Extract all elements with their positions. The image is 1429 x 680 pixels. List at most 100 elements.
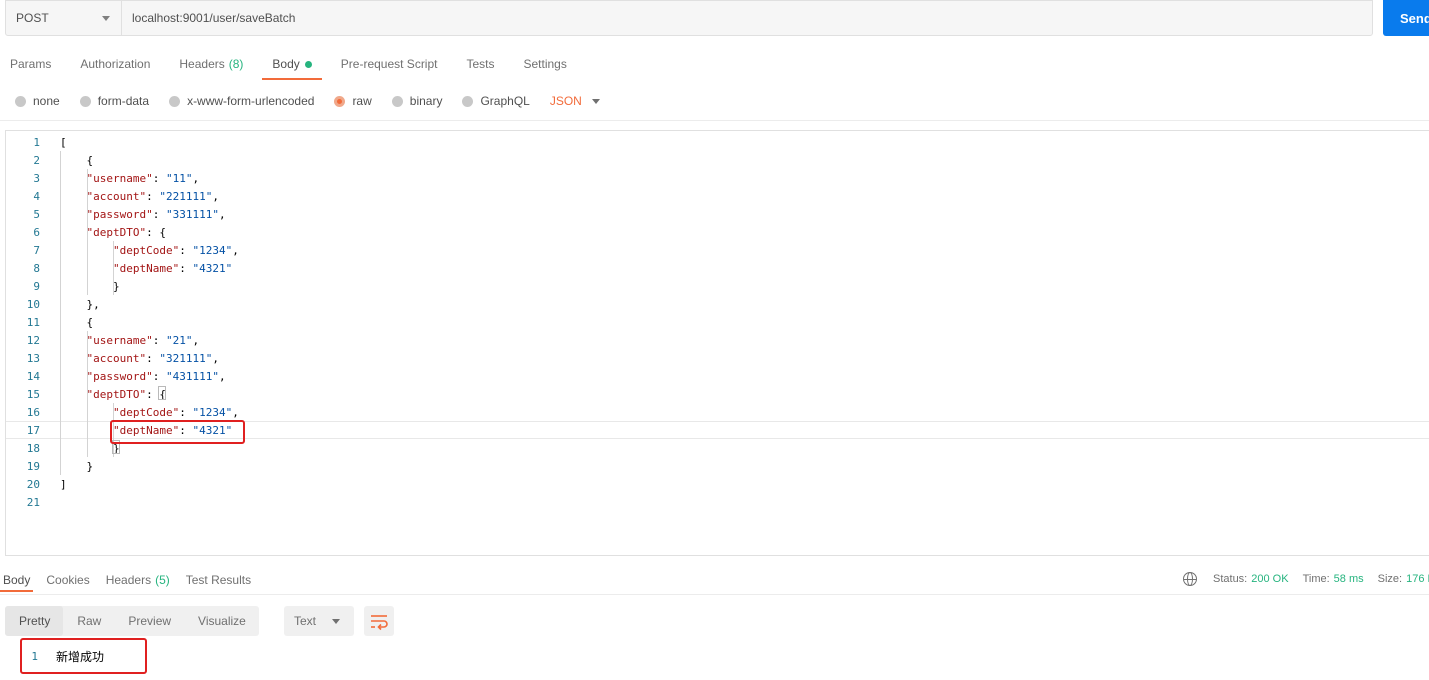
resp-tab-test-results[interactable]: Test Results xyxy=(183,570,254,590)
response-tabs: Body Cookies Headers (5) Test Results xyxy=(0,570,264,592)
send-button[interactable]: Send xyxy=(1383,0,1429,36)
tab-label: Authorization xyxy=(80,57,151,71)
code-text: "deptDTO": { xyxy=(60,388,166,401)
code-line: 3 "username": "11", xyxy=(6,169,1429,187)
json-punct: , xyxy=(218,207,226,221)
tab-tests[interactable]: Tests xyxy=(456,50,504,78)
radio-raw[interactable]: raw xyxy=(334,94,372,108)
code-text: "deptName": "4321" xyxy=(60,262,232,275)
code-editor[interactable]: 1[2 {3 "username": "11", 4 "account": "22… xyxy=(5,130,1429,556)
globe-icon[interactable] xyxy=(1183,572,1197,586)
resp-tab-body[interactable]: Body xyxy=(0,570,34,592)
request-bar: POST localhost:9001/user/saveBatch xyxy=(5,0,1373,36)
radio-label: raw xyxy=(352,94,372,108)
code-line: 8 "deptName": "4321" xyxy=(6,259,1429,277)
resp-tab-cookies[interactable]: Cookies xyxy=(43,570,92,590)
line-number: 9 xyxy=(33,279,40,293)
radio-form-data[interactable]: form-data xyxy=(79,94,150,108)
radio-none[interactable]: none xyxy=(15,94,60,108)
code-text: } xyxy=(60,459,94,473)
code-line: 2 { xyxy=(6,151,1429,169)
code-text: "username": "21", xyxy=(60,333,200,347)
indent-guide xyxy=(87,331,88,457)
json-key: "deptName" xyxy=(112,261,180,275)
line-number: 19 xyxy=(26,459,40,473)
json-key: "username" xyxy=(86,171,153,185)
json-key: "password" xyxy=(86,207,153,221)
code-line: 11 { xyxy=(6,313,1429,331)
json-value: "4321" xyxy=(192,261,233,275)
wrap-lines-button[interactable] xyxy=(364,606,394,636)
code-line: 15 "deptDTO": { xyxy=(6,385,1429,403)
line-number: 10 xyxy=(26,297,40,311)
radio-icon xyxy=(462,95,474,107)
radio-label: form-data xyxy=(97,94,150,108)
code-text: ] xyxy=(60,477,67,491)
request-tabs: Params Authorization Headers (8) Body Pre… xyxy=(0,50,586,80)
code-text: [ xyxy=(60,135,67,149)
view-raw-button[interactable]: Raw xyxy=(63,606,114,636)
line-number: 14 xyxy=(26,369,40,383)
code-text: "account": "321111", xyxy=(60,352,219,365)
time-value[interactable]: 58 ms xyxy=(1334,573,1364,585)
radio-icon xyxy=(79,95,91,107)
tab-label: Tests xyxy=(466,57,495,71)
json-value: { xyxy=(159,225,166,239)
wrap-lines-icon xyxy=(371,615,388,631)
radio-binary[interactable]: binary xyxy=(391,94,442,108)
method-select[interactable]: POST xyxy=(6,1,122,35)
radio-graphql[interactable]: GraphQL xyxy=(462,94,530,108)
tab-body[interactable]: Body xyxy=(262,50,323,80)
json-punct: , xyxy=(192,333,200,347)
tab-params[interactable]: Params xyxy=(0,50,61,78)
json-value: "1234" xyxy=(192,405,233,419)
code-line: 16 "deptCode": "1234", xyxy=(6,403,1429,421)
line-number: 15 xyxy=(26,387,40,401)
size-value[interactable]: 176 B xyxy=(1406,573,1429,585)
language-label: JSON xyxy=(549,94,582,108)
tab-label: Headers xyxy=(105,573,152,587)
radio-x-www-form-urlencoded[interactable]: x-www-form-urlencoded xyxy=(169,94,314,108)
bracket-match-box xyxy=(158,386,166,400)
json-punct: , xyxy=(212,189,219,203)
code-line: 7 "deptCode": "1234", xyxy=(6,241,1429,259)
code-line: 9 } xyxy=(6,277,1429,295)
view-pretty-button[interactable]: Pretty xyxy=(5,606,64,636)
tab-label: Settings xyxy=(523,57,567,71)
tab-headers[interactable]: Headers (8) xyxy=(169,50,253,78)
tab-pre-request-script[interactable]: Pre-request Script xyxy=(331,50,448,78)
resp-tab-headers[interactable]: Headers (5) xyxy=(103,570,173,590)
line-number: 12 xyxy=(26,333,40,347)
code-line: 14 "password": "431111", xyxy=(6,367,1429,385)
line-number: 3 xyxy=(33,171,40,185)
url-input[interactable]: localhost:9001/user/saveBatch xyxy=(122,1,1372,35)
json-key: "deptDTO" xyxy=(86,387,147,401)
json-key: "username" xyxy=(86,333,153,347)
format-label: Text xyxy=(294,614,317,628)
code-line: 20] xyxy=(6,475,1429,493)
language-select[interactable]: JSON xyxy=(550,94,600,108)
code-line: 5 "password": "331111", xyxy=(6,205,1429,223)
chevron-down-icon xyxy=(591,98,600,104)
json-value: "431111" xyxy=(165,369,219,383)
json-punct: , xyxy=(218,369,226,383)
line-number: 18 xyxy=(26,441,40,455)
body-modified-dot-icon xyxy=(304,60,312,68)
tab-settings[interactable]: Settings xyxy=(514,50,577,78)
chevron-down-icon xyxy=(102,16,110,21)
view-visualize-button[interactable]: Visualize xyxy=(184,606,259,636)
view-preview-button[interactable]: Preview xyxy=(114,606,184,636)
line-number: 7 xyxy=(33,243,40,257)
radio-selected-icon xyxy=(334,95,346,107)
response-format-select[interactable]: Text xyxy=(284,606,354,636)
status-value[interactable]: 200 OK xyxy=(1251,573,1288,585)
tab-authorization[interactable]: Authorization xyxy=(70,50,160,78)
json-punct: , xyxy=(232,243,239,257)
code-text: "account": "221111", xyxy=(60,190,219,203)
code-text: { xyxy=(60,153,94,167)
